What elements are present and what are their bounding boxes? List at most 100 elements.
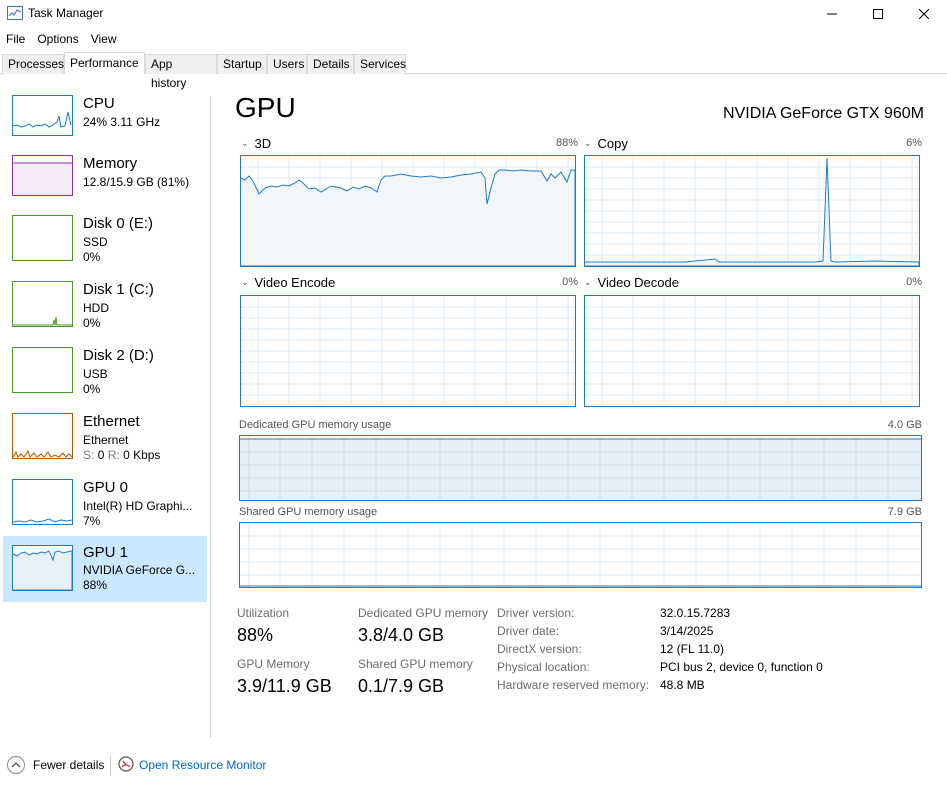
shared-gpu-memory-label: Shared GPU memory: [358, 657, 473, 671]
tab-processes[interactable]: Processes: [2, 54, 64, 74]
sidebar-item-value: 0%: [83, 250, 101, 264]
engine-label: Video Encode: [254, 275, 336, 290]
sidebar-item-label: Disk 1 (C:): [83, 281, 154, 298]
fewer-details-button[interactable]: Fewer details: [33, 758, 104, 772]
disk0-thumbnail-graph: [12, 215, 73, 261]
gpu-memory-label: GPU Memory: [237, 657, 310, 671]
chevron-down-icon: ⌄: [584, 277, 592, 287]
engine-selector-3d[interactable]: ⌄ 3D: [241, 136, 271, 151]
sidebar-item-disk-0[interactable]: Disk 0 (E:) SSD 0%: [3, 215, 207, 281]
directx-version-label: DirectX version:: [497, 642, 582, 656]
sidebar-item-disk-2[interactable]: Disk 2 (D:) USB 0%: [3, 347, 207, 413]
menu-view[interactable]: View: [85, 30, 123, 48]
shared-gpu-memory-value: 0.1/7.9 GB: [358, 676, 445, 696]
sidebar-item-gpu-1[interactable]: GPU 1 NVIDIA GeForce G... 88%: [3, 536, 207, 602]
graph-3d: [240, 155, 576, 267]
maximize-icon: [873, 9, 883, 19]
footer: Fewer details Open Resource Monitor: [0, 752, 947, 780]
tab-strip: Processes Performance App history Startu…: [0, 52, 947, 90]
footer-divider: [110, 756, 111, 776]
graph-video-encode: [240, 295, 576, 407]
sidebar-item-sub: 12.8/15.9 GB (81%): [83, 175, 190, 189]
engine-selector-video-encode[interactable]: ⌄ Video Encode: [241, 275, 335, 290]
tab-users[interactable]: Users: [267, 54, 307, 74]
title-bar: Task Manager: [0, 0, 947, 28]
utilization-label: Utilization: [237, 606, 290, 620]
graph-shared-memory: [239, 522, 922, 588]
sidebar-item-value: S: 0 R: 0 Kbps: [83, 448, 160, 462]
physical-location-value: PCI bus 2, device 0, function 0: [660, 660, 823, 674]
gpu1-thumbnail-graph: [12, 545, 73, 591]
shared-memory-max: 7.9 GB: [887, 506, 922, 518]
sidebar-item-cpu[interactable]: CPU 24% 3.11 GHz: [3, 95, 207, 161]
dedicated-gpu-memory-value: 3.8/4.0 GB: [358, 625, 445, 645]
tab-startup[interactable]: Startup: [217, 54, 267, 74]
sidebar-item-value: 0%: [83, 382, 101, 396]
sidebar-item-sub: Ethernet: [83, 433, 129, 447]
chevron-down-icon: ⌄: [241, 277, 249, 287]
physical-location-label: Physical location:: [497, 660, 590, 674]
sidebar-item-sub: Intel(R) HD Graphi...: [83, 499, 193, 513]
open-resource-monitor-link[interactable]: Open Resource Monitor: [139, 758, 266, 772]
engine-selector-copy[interactable]: ⌄ Copy: [584, 136, 628, 151]
sidebar-item-sub: HDD: [83, 301, 109, 315]
directx-version-value: 12 (FL 11.0): [660, 642, 725, 656]
engine-percent: 6%: [906, 137, 922, 149]
resource-monitor-icon: [118, 756, 134, 772]
memory-thumbnail-graph: [12, 155, 73, 196]
sidebar-divider: [210, 96, 211, 738]
chevron-up-icon[interactable]: [7, 756, 25, 774]
sidebar-item-sub: NVIDIA GeForce G...: [83, 563, 196, 577]
driver-date-value: 3/14/2025: [660, 624, 714, 638]
page-title: GPU: [235, 92, 296, 123]
gpu-memory-value: 3.9/11.9 GB: [237, 676, 332, 696]
menu-file[interactable]: File: [0, 30, 31, 48]
sidebar-item-label: GPU 0: [83, 479, 129, 496]
receive-value: 0 Kbps: [123, 448, 161, 462]
sidebar-item-label: GPU 1: [83, 544, 129, 561]
minimize-button[interactable]: [809, 0, 855, 28]
window-title: Task Manager: [28, 6, 104, 20]
send-value: 0: [97, 448, 105, 462]
disk2-thumbnail-graph: [12, 347, 73, 393]
engine-percent: 0%: [906, 276, 922, 288]
chevron-down-icon: ⌄: [584, 138, 592, 148]
sidebar-item-label: Ethernet: [83, 413, 140, 430]
tab-app-history[interactable]: App history: [145, 54, 217, 90]
dedicated-memory-max: 4.0 GB: [887, 419, 922, 431]
maximize-button[interactable]: [855, 0, 901, 28]
sidebar-item-label: Memory: [83, 155, 138, 172]
menu-bar: File Options View: [0, 30, 123, 48]
engine-label: 3D: [254, 136, 272, 151]
graph-video-decode: [584, 295, 920, 407]
sidebar-item-ethernet[interactable]: Ethernet Ethernet S: 0 R: 0 Kbps: [3, 413, 207, 479]
tab-services[interactable]: Services: [354, 54, 406, 74]
engine-selector-video-decode[interactable]: ⌄ Video Decode: [584, 275, 679, 290]
sidebar-item-memory[interactable]: Memory 12.8/15.9 GB (81%): [3, 155, 207, 221]
tab-performance[interactable]: Performance: [64, 52, 145, 74]
hardware-reserved-memory-label: Hardware reserved memory:: [497, 678, 650, 692]
dedicated-memory-label: Dedicated GPU memory usage: [239, 419, 392, 431]
dedicated-gpu-memory-label: Dedicated GPU memory: [358, 606, 489, 620]
sidebar-item-sub: 24% 3.11 GHz: [83, 115, 161, 129]
gpu-model-name: NVIDIA GeForce GTX 960M: [723, 105, 924, 122]
task-manager-icon: [7, 6, 23, 20]
driver-date-label: Driver date:: [497, 624, 560, 638]
utilization-value: 88%: [237, 625, 274, 645]
sidebar-item-disk-1[interactable]: Disk 1 (C:) HDD 0%: [3, 281, 207, 347]
sidebar-item-value: 0%: [83, 316, 101, 330]
hardware-reserved-memory-value: 48.8 MB: [660, 678, 705, 692]
engine-label: Video Decode: [597, 275, 679, 290]
graph-dedicated-memory: [239, 435, 922, 501]
sidebar-item-sub: USB: [83, 367, 108, 381]
driver-version-value: 32.0.15.7283: [660, 606, 731, 620]
sidebar-item-label: Disk 2 (D:): [83, 347, 154, 364]
graph-copy: [584, 155, 920, 267]
driver-version-label: Driver version:: [497, 606, 575, 620]
receive-label: R:: [107, 448, 120, 462]
menu-options[interactable]: Options: [31, 30, 84, 48]
engine-percent: 88%: [555, 137, 578, 149]
chevron-down-icon: ⌄: [241, 138, 249, 148]
tab-details[interactable]: Details: [307, 54, 354, 74]
close-button[interactable]: [901, 0, 947, 28]
